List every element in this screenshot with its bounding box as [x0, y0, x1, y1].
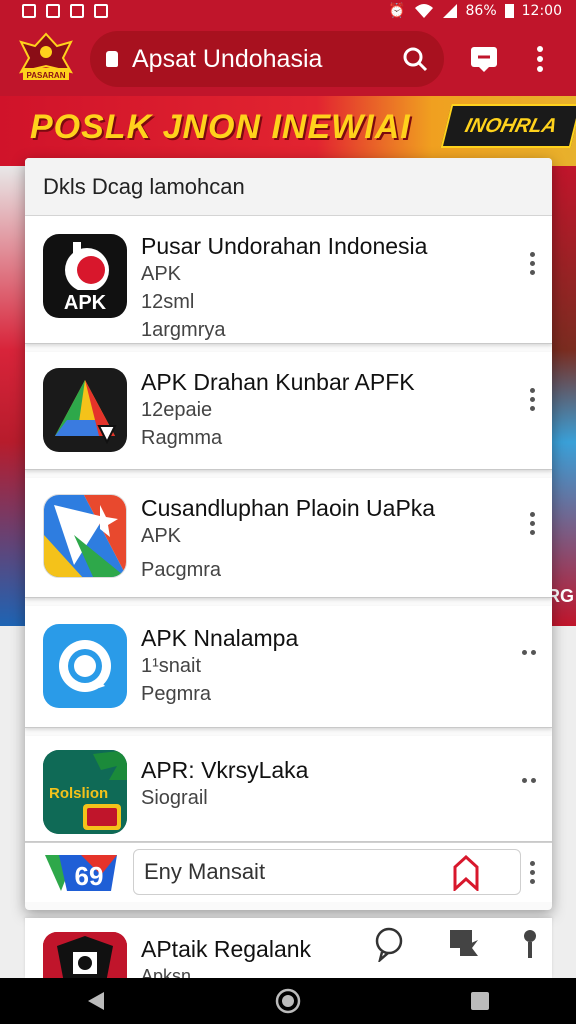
wifi-icon [414, 4, 433, 18]
background-right-strip [550, 166, 576, 626]
item-menu-button[interactable] [522, 650, 536, 655]
phone-notification-icon [70, 4, 84, 18]
app-name: APR: VkrsyLaka [141, 757, 309, 783]
app-name: Pusar Undorahan Indonesia [141, 233, 428, 259]
browser-toolbar: PASARAN Apsat Undohasia [0, 22, 576, 96]
home-icon [275, 988, 301, 1014]
promo-banner[interactable]: POSLK JNON INEWIAI INOHRLA [0, 96, 576, 166]
overflow-menu-button[interactable] [520, 39, 560, 79]
app-category: Ragmma [141, 427, 223, 449]
site-name: Apsat Undohasia [132, 44, 323, 73]
share-icon[interactable] [446, 926, 482, 962]
app-size: 12epaie [141, 399, 213, 421]
search-row: 69 [25, 842, 552, 902]
search-menu-button[interactable] [530, 861, 536, 884]
recents-button[interactable] [460, 981, 500, 1021]
site-logo[interactable]: PASARAN [16, 29, 76, 89]
partial-app-name: APtaik Regalank [141, 936, 312, 962]
partial-actions [372, 926, 538, 962]
ring-icon [43, 624, 127, 708]
location-icon[interactable] [522, 926, 538, 962]
apk-icon-label: APK [64, 292, 107, 314]
notification-icons [22, 4, 108, 18]
six-nine-logo-icon: 69 [41, 851, 121, 895]
home-button[interactable] [268, 981, 308, 1021]
download-notification-icon [94, 4, 108, 18]
item-menu-button[interactable] [530, 388, 536, 411]
item-menu-button[interactable] [530, 252, 536, 275]
app-category: 1argmrya [141, 319, 226, 341]
garuda-logo-icon: PASARAN [18, 32, 74, 80]
app-name: Cusandluphan Plaoin UaPka [141, 495, 436, 521]
more-vert-icon [537, 46, 543, 72]
app-name: APK Nnalampa [141, 625, 299, 651]
battery-icon [504, 4, 514, 18]
back-button[interactable] [76, 981, 116, 1021]
triangle-play-icon [43, 368, 127, 452]
app-name: APK Drahan Kunbar APFK [141, 369, 415, 395]
search-icon[interactable] [402, 46, 428, 72]
app-text: APK Drahan Kunbar APFK 12epaie Ragmma [141, 368, 508, 452]
app-category: Pegmra [141, 683, 212, 705]
app-size: 12sml [141, 291, 195, 313]
background-left-strip [0, 166, 28, 626]
map-flag-icon [43, 494, 127, 578]
recents-icon [471, 992, 489, 1010]
lock-icon [106, 51, 118, 67]
app-type: APK [141, 525, 182, 547]
list-item[interactable]: APK Drahan Kunbar APFK 12epaie Ragmma [25, 352, 552, 470]
partial-list-item[interactable]: APtaik Regalank Apksn [25, 918, 552, 992]
app-text: APK Nnalampa 1¹snait Pegmra [141, 624, 508, 708]
app-text: APR: VkrsyLaka Siograil [141, 756, 508, 812]
image-notification-icon [22, 4, 36, 18]
apk-logo-icon: APK [43, 234, 127, 318]
app-type: APK [141, 263, 182, 285]
list-item[interactable]: APK Nnalampa 1¹snait Pegmra [25, 606, 552, 728]
url-bar[interactable]: Apsat Undohasia [90, 31, 444, 87]
app-category: Pacgmra [141, 559, 222, 581]
chat-icon[interactable] [372, 926, 406, 962]
list-item[interactable]: APK Pusar Undorahan Indonesia APK 12sml … [25, 216, 552, 344]
status-bar: ⏰ 86% 12:00 [0, 0, 576, 22]
tabs-button[interactable] [464, 39, 504, 79]
signal-icon [442, 4, 457, 18]
banner-badge: INOHRLA [440, 104, 576, 148]
app-text: Cusandluphan Plaoin UaPka APK Pacgmra [141, 494, 508, 584]
app-text: Pusar Undorahan Indonesia APK 12sml 1arg… [141, 232, 508, 344]
app-size: Siograil [141, 787, 208, 809]
site-logo-text: PASARAN [27, 71, 66, 80]
tabs-icon [471, 47, 497, 72]
item-menu-button[interactable] [522, 778, 536, 783]
clock: 12:00 [521, 3, 562, 19]
app-list-sheet: Dkls Dcag lamohcan APK Pusar Undorahan I… [25, 158, 552, 910]
system-indicators: ⏰ 86% 12:00 [388, 3, 562, 19]
search-logo-text: 69 [75, 861, 104, 891]
system-nav-bar [0, 978, 576, 1024]
item-menu-button[interactable] [530, 512, 536, 535]
casino-game-icon: Rolslion [43, 750, 127, 834]
banner-title: POSLK JNON INEWIAI [30, 108, 411, 146]
back-icon [88, 992, 104, 1010]
alarm-icon: ⏰ [388, 3, 406, 19]
battery-percent: 86% [465, 3, 497, 19]
bookmark-icon[interactable] [452, 855, 480, 891]
sheet-header: Dkls Dcag lamohcan [25, 158, 552, 216]
list-item[interactable]: Rolslion APR: VkrsyLaka Siograil [25, 736, 552, 842]
app-notification-icon [46, 4, 60, 18]
casino-icon-text: Rolslion [49, 785, 108, 802]
app-size: 1¹snait [141, 655, 202, 677]
list-item[interactable]: Cusandluphan Plaoin UaPka APK Pacgmra [25, 478, 552, 598]
